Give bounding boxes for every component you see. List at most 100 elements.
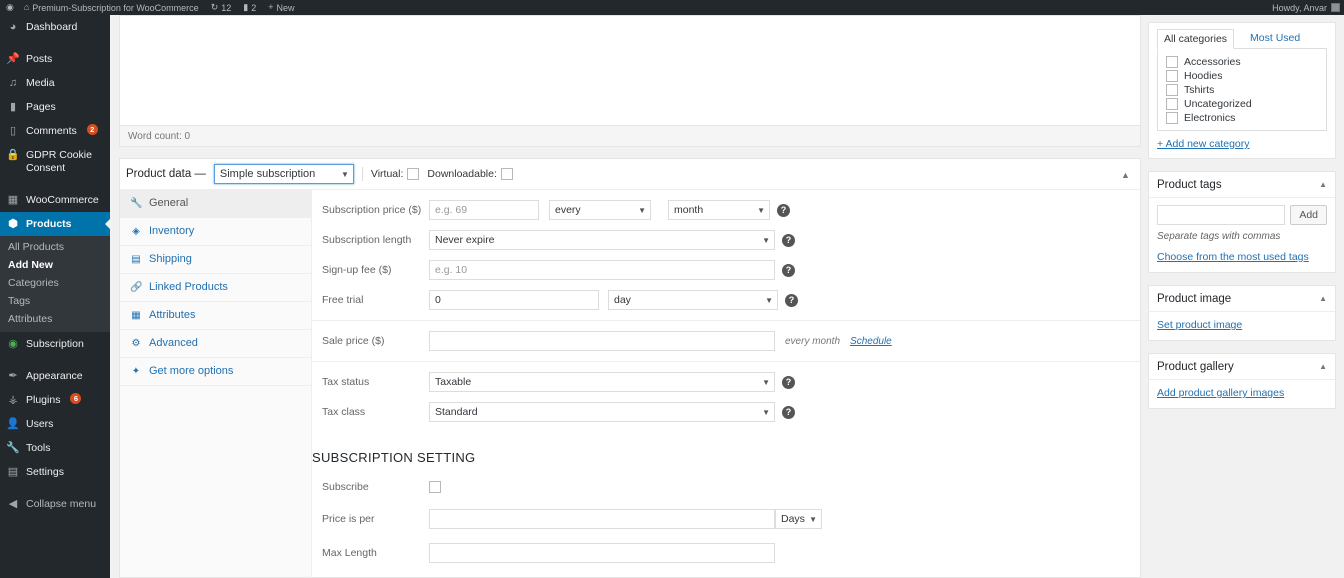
set-product-image-link[interactable]: Set product image — [1157, 319, 1327, 331]
tab-linked-products[interactable]: 🔗 Linked Products — [120, 274, 311, 302]
sidebar-item-tools[interactable]: 🔧 Tools — [0, 436, 110, 460]
categories-checklist[interactable]: Accessories Hoodies Tshirts Uncategorize… — [1157, 48, 1327, 131]
help-icon[interactable]: ? — [782, 405, 795, 419]
sidebar-item-subscription[interactable]: ◉ Subscription — [0, 332, 110, 356]
metabox-collapse-toggle[interactable]: ▲ — [1119, 168, 1132, 181]
category-row[interactable]: Tshirts — [1166, 83, 1318, 97]
free-trial-label: Free trial — [322, 294, 364, 306]
wordpress-logo-button[interactable]: ◉ — [0, 0, 18, 15]
category-row[interactable]: Accessories — [1166, 55, 1318, 69]
sidebar-item-label: Plugins — [26, 394, 61, 406]
max-length-input[interactable] — [429, 543, 775, 563]
help-icon[interactable]: ? — [782, 375, 795, 389]
subscription-price-input[interactable]: e.g. 69 — [429, 200, 539, 220]
category-checkbox[interactable] — [1166, 98, 1178, 110]
help-icon[interactable]: ? — [785, 293, 798, 307]
downloadable-checkbox-group[interactable]: Downloadable: — [427, 168, 513, 180]
virtual-checkbox[interactable] — [407, 168, 420, 180]
sidebar-item-dashboard[interactable]: ◕ Dashboard — [0, 15, 110, 39]
sidebar-item-users[interactable]: 👤 Users — [0, 412, 110, 436]
add-tag-button[interactable]: Add — [1290, 205, 1327, 225]
tag-input[interactable] — [1157, 205, 1286, 225]
free-trial-input[interactable]: 0 — [429, 290, 599, 310]
category-checkbox[interactable] — [1166, 112, 1178, 124]
new-content-button[interactable]: + New — [262, 0, 300, 15]
sidebar-item-appearance[interactable]: ✒ Appearance — [0, 364, 110, 388]
tab-general[interactable]: 🔧 General — [120, 190, 311, 218]
site-title: Premium-Subscription for WooCommerce — [32, 2, 199, 13]
submenu-item-tags[interactable]: Tags — [0, 292, 110, 310]
max-length-label: Max Length — [322, 547, 377, 559]
archive-icon: ◈ — [132, 226, 140, 237]
updates-icon: ↻ — [210, 2, 219, 12]
most-used-tags-link[interactable]: Choose from the most used tags — [1157, 251, 1327, 263]
editor-canvas[interactable] — [120, 16, 1140, 126]
subscription-length-select[interactable]: Never expire ▼ — [429, 230, 775, 250]
sidebar-item-products[interactable]: ⬢ Products — [0, 212, 111, 236]
category-checkbox[interactable] — [1166, 84, 1178, 96]
account-menu[interactable]: Howdy, Anvar — [1272, 3, 1344, 13]
category-checkbox[interactable] — [1166, 56, 1178, 68]
help-icon[interactable]: ? — [777, 203, 790, 217]
help-icon[interactable]: ? — [782, 233, 795, 247]
tab-label: Get more options — [149, 365, 234, 377]
tab-all-categories[interactable]: All categories — [1157, 29, 1235, 49]
sidebar-item-plugins[interactable]: ⚶ Plugins 6 — [0, 388, 110, 412]
comment-bubble-icon: ▯ — [9, 124, 17, 137]
tab-get-more-options[interactable]: ✦ Get more options — [120, 358, 311, 386]
free-trial-period-select[interactable]: day ▼ — [608, 290, 778, 310]
submenu-item-categories[interactable]: Categories — [0, 274, 110, 292]
chevron-up-icon[interactable]: ▲ — [1319, 294, 1327, 303]
sidebar-item-posts[interactable]: 📌 Posts — [0, 47, 110, 71]
tax-class-select[interactable]: Standard ▼ — [429, 402, 775, 422]
tab-advanced[interactable]: ⚙ Advanced — [120, 330, 311, 358]
subscription-period-select[interactable]: month ▼ — [668, 200, 770, 220]
products-box-icon: ⬢ — [8, 217, 18, 230]
tab-attributes[interactable]: ▦ Attributes — [120, 302, 311, 330]
category-checkbox[interactable] — [1166, 70, 1178, 82]
category-row[interactable]: Hoodies — [1166, 69, 1318, 83]
sidebar-item-gdpr-cookie-consent[interactable]: 🔒 GDPR Cookie Consent — [0, 143, 110, 180]
sale-price-input[interactable] — [429, 331, 775, 351]
subscribe-checkbox[interactable] — [429, 480, 441, 493]
comments-button[interactable]: ▮ 2 — [237, 0, 262, 15]
product-tags-title: Product tags — [1157, 178, 1222, 191]
add-new-category-link[interactable]: + Add new category — [1149, 131, 1335, 158]
site-name-button[interactable]: ⌂ Premium-Subscription for WooCommerce — [18, 0, 205, 15]
category-row[interactable]: Electronics — [1166, 111, 1318, 125]
tab-most-used[interactable]: Most Used — [1244, 29, 1306, 48]
submenu-item-attributes[interactable]: Attributes — [0, 310, 110, 328]
virtual-checkbox-group[interactable]: Virtual: — [371, 168, 420, 180]
submenu-item-all-products[interactable]: All Products — [0, 238, 110, 256]
sidebar-divider — [0, 180, 110, 188]
product-gallery-body: Add product gallery images — [1149, 380, 1335, 408]
product-type-select[interactable]: Simple subscription ▼ — [213, 164, 354, 184]
chevron-up-icon[interactable]: ▲ — [1319, 362, 1327, 371]
signup-fee-input[interactable]: e.g. 10 — [429, 260, 775, 280]
sidebar-item-pages[interactable]: ▮ Pages — [0, 95, 110, 119]
tab-inventory[interactable]: ◈ Inventory — [120, 218, 311, 246]
sidebar-item-woocommerce[interactable]: ▦ WooCommerce — [0, 188, 110, 212]
sidebar-item-comments[interactable]: ▯ Comments 2 — [0, 119, 110, 143]
comment-bubble-icon: ▮ — [243, 2, 249, 12]
subscription-interval-select[interactable]: every ▼ — [549, 200, 651, 220]
submenu-item-add-new[interactable]: Add New — [0, 256, 110, 274]
downloadable-checkbox[interactable] — [500, 168, 513, 180]
sidebar-item-settings[interactable]: ▤ Settings — [0, 460, 110, 484]
category-row[interactable]: Uncategorized — [1166, 97, 1318, 111]
schedule-sale-link[interactable]: Schedule — [850, 336, 892, 347]
help-icon[interactable]: ? — [782, 263, 795, 277]
tax-status-select[interactable]: Taxable ▼ — [429, 372, 775, 392]
greeting-label: Howdy, Anvar — [1272, 2, 1327, 13]
sidebar-item-media[interactable]: ♫ Media — [0, 71, 110, 95]
updates-button[interactable]: ↻ 12 — [205, 0, 238, 15]
price-is-per-input[interactable] — [429, 509, 775, 529]
chevron-up-icon[interactable]: ▲ — [1319, 180, 1327, 189]
field-row-free-trial: Free trial 0 day ▼ ? — [312, 285, 1140, 320]
tags-hint: Separate tags with commas — [1157, 231, 1281, 242]
subscription-period-value: month — [674, 204, 704, 216]
add-gallery-images-link[interactable]: Add product gallery images — [1157, 387, 1327, 399]
tab-shipping[interactable]: ▤ Shipping — [120, 246, 311, 274]
sidebar-item-collapse-menu[interactable]: ◀ Collapse menu — [0, 492, 110, 516]
price-is-per-unit-select[interactable]: Days ▼ — [775, 509, 822, 529]
